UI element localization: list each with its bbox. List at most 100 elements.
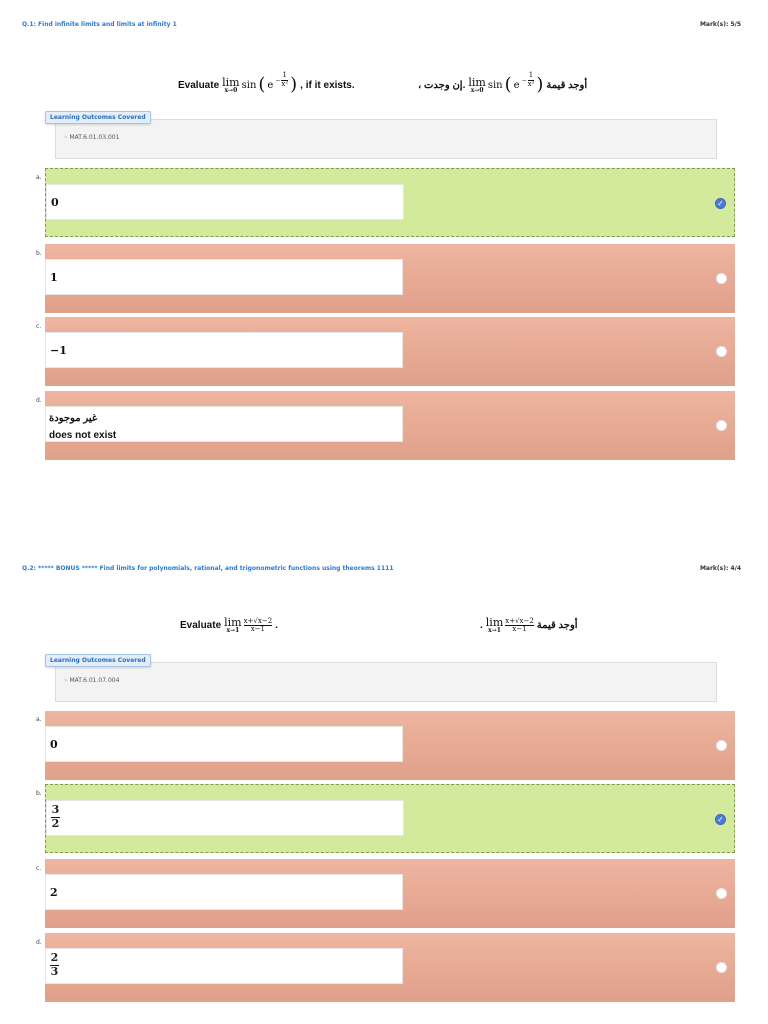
fraction-denominator: 2 — [51, 816, 60, 830]
radio-empty-icon[interactable] — [716, 962, 727, 973]
option-a[interactable]: 0 — [45, 711, 735, 780]
option-value-english: does not exist — [49, 430, 117, 441]
radio-empty-icon[interactable] — [716, 888, 727, 899]
check-circle-icon[interactable]: ✓ — [715, 814, 726, 825]
exp-base: e — [267, 79, 274, 91]
learning-outcome-code: MAT.6.01.07.004 — [69, 677, 120, 684]
prompt-prefix: Evaluate — [178, 79, 220, 91]
option-letter: c. — [36, 323, 42, 330]
option-d[interactable]: غير موجودة does not exist — [45, 391, 735, 460]
check-circle-icon[interactable]: ✓ — [715, 198, 726, 209]
exponent: − 1 x² — [275, 71, 289, 88]
option-value: −1 — [50, 344, 67, 357]
exp-base: e — [513, 79, 520, 91]
option-value-arabic: غير موجودة — [49, 413, 98, 424]
limit-operator: lim x→0 — [222, 77, 239, 94]
option-d[interactable]: 2 3 — [45, 933, 735, 1002]
question-2: Q.2: ***** BONUS ***** Find limits for p… — [0, 565, 768, 1005]
learning-outcome-code: MAT.6.01.03.001 — [69, 134, 120, 141]
option-value: 0 — [51, 196, 59, 209]
option-answer-box: 2 — [45, 874, 403, 910]
option-fraction: 2 3 — [50, 951, 59, 978]
prompt-suffix: , if it exists. — [300, 79, 355, 91]
lim-word: lim — [468, 75, 486, 89]
exp-denominator: x² — [281, 79, 289, 88]
learning-outcome-item: ◦ MAT.6.01.03.001 — [64, 134, 120, 141]
radio-empty-icon[interactable] — [716, 346, 727, 357]
prompt-ar-suffix: ، إن وجدت. — [418, 79, 466, 91]
exp-denominator: x² — [527, 79, 535, 88]
question-prompt: Evaluate lim x→0 sin ( e − 1 x² ) , if i… — [0, 71, 768, 106]
option-b[interactable]: 3 2 ✓ — [45, 784, 735, 853]
limit-expression: lim x→1 x+√x−2 x−1 — [224, 616, 273, 634]
option-c[interactable]: −1 — [45, 317, 735, 386]
lim-subscript: x→1 — [488, 627, 501, 634]
function-name: sin — [487, 79, 503, 91]
exponent-fraction: 1 x² — [281, 71, 289, 88]
limit-expression-ar: lim x→0 sin ( e − 1 x² ) — [468, 71, 544, 95]
prompt-ar-prefix: أوجد قيمة — [546, 79, 588, 91]
option-letter: b. — [36, 790, 42, 797]
prompt-english: Evaluate lim x→1 x+√x−2 x−1 . — [180, 617, 278, 634]
fraction-numerator: x+√x−2 — [243, 616, 273, 625]
limit-fraction: x+√x−2 x−1 — [505, 617, 534, 634]
prompt-arabic: ، إن وجدت. lim x→0 sin ( e − 1 x² ) أوجد… — [418, 71, 588, 95]
learning-outcomes: Learning Outcomes Covered ◦ MAT.6.01.07.… — [45, 654, 717, 704]
question-mark: Mark(s): 5/5 — [699, 21, 741, 28]
paren-close: ) — [290, 74, 298, 95]
learning-outcomes-box: ◦ MAT.6.01.03.001 — [55, 119, 717, 159]
option-letter: b. — [36, 250, 42, 257]
option-answer-box: 0 — [45, 726, 403, 762]
option-answer-box: 0 — [46, 184, 404, 220]
option-answer-box: 3 2 — [46, 800, 404, 836]
option-b[interactable]: 1 — [45, 244, 735, 313]
radio-empty-icon[interactable] — [716, 420, 727, 431]
option-a[interactable]: 0 ✓ — [45, 168, 735, 237]
option-fraction: 3 2 — [51, 803, 60, 830]
lim-subscript: x→0 — [470, 86, 484, 94]
option-value: 2 — [50, 886, 58, 899]
option-answer-box: −1 — [45, 332, 403, 368]
lim-subscript: x→0 — [224, 86, 238, 94]
prompt-suffix: . — [275, 620, 278, 631]
prompt-arabic: . lim x→1 x+√x−2 x−1 أوجد قيمة — [480, 617, 578, 634]
prompt-ar-suffix: . — [480, 620, 483, 631]
question-mark: Mark(s): 4/4 — [699, 565, 741, 572]
option-answer-box: 1 — [45, 259, 403, 295]
option-letter: a. — [36, 174, 42, 181]
limit-operator: lim x→1 — [486, 617, 503, 634]
prompt-english: Evaluate lim x→0 sin ( e − 1 x² ) , if i… — [178, 71, 355, 95]
question-title[interactable]: Q.2: ***** BONUS ***** Find limits for p… — [22, 565, 394, 572]
radio-empty-icon[interactable] — [716, 273, 727, 284]
paren-open: ( — [504, 74, 512, 95]
lim-word: lim — [222, 75, 240, 89]
paren-close: ) — [536, 74, 544, 95]
limit-fraction: x+√x−2 x−1 — [243, 616, 273, 634]
fraction-denominator: 3 — [50, 964, 59, 978]
fraction-numerator: 3 — [51, 803, 60, 816]
option-letter: d. — [36, 939, 42, 946]
question-1: Q.1: Find infinite limits and limits at … — [0, 21, 768, 466]
radio-empty-icon[interactable] — [716, 740, 727, 751]
fraction-denominator: x−1 — [512, 625, 527, 633]
learning-outcomes: Learning Outcomes Covered ◦ MAT.6.01.03.… — [45, 111, 717, 161]
exponent-fraction: 1 x² — [527, 71, 535, 88]
prompt-prefix: Evaluate — [180, 620, 222, 631]
question-prompt: Evaluate lim x→1 x+√x−2 x−1 . . lim x→1 — [0, 617, 768, 647]
option-answer-box: 2 3 — [45, 948, 403, 984]
learning-outcomes-box: ◦ MAT.6.01.07.004 — [55, 662, 717, 702]
prompt-ar-prefix: أوجد قيمة — [536, 620, 578, 631]
fraction-denominator: x−1 — [250, 625, 266, 633]
fraction-numerator: 2 — [50, 951, 59, 964]
limit-expression-ar: lim x→1 x+√x−2 x−1 — [486, 617, 534, 634]
option-value: 0 — [50, 738, 58, 751]
option-letter: a. — [36, 716, 42, 723]
option-c[interactable]: 2 — [45, 859, 735, 928]
lim-subscript: x→1 — [226, 627, 240, 634]
learning-outcome-item: ◦ MAT.6.01.07.004 — [64, 677, 120, 684]
learning-outcomes-label[interactable]: Learning Outcomes Covered — [45, 111, 151, 124]
limit-expression: lim x→0 sin ( e − 1 x² ) — [222, 71, 298, 95]
question-title[interactable]: Q.1: Find infinite limits and limits at … — [22, 21, 177, 28]
learning-outcomes-label[interactable]: Learning Outcomes Covered — [45, 654, 151, 667]
option-value: غير موجودة does not exist — [49, 410, 116, 444]
